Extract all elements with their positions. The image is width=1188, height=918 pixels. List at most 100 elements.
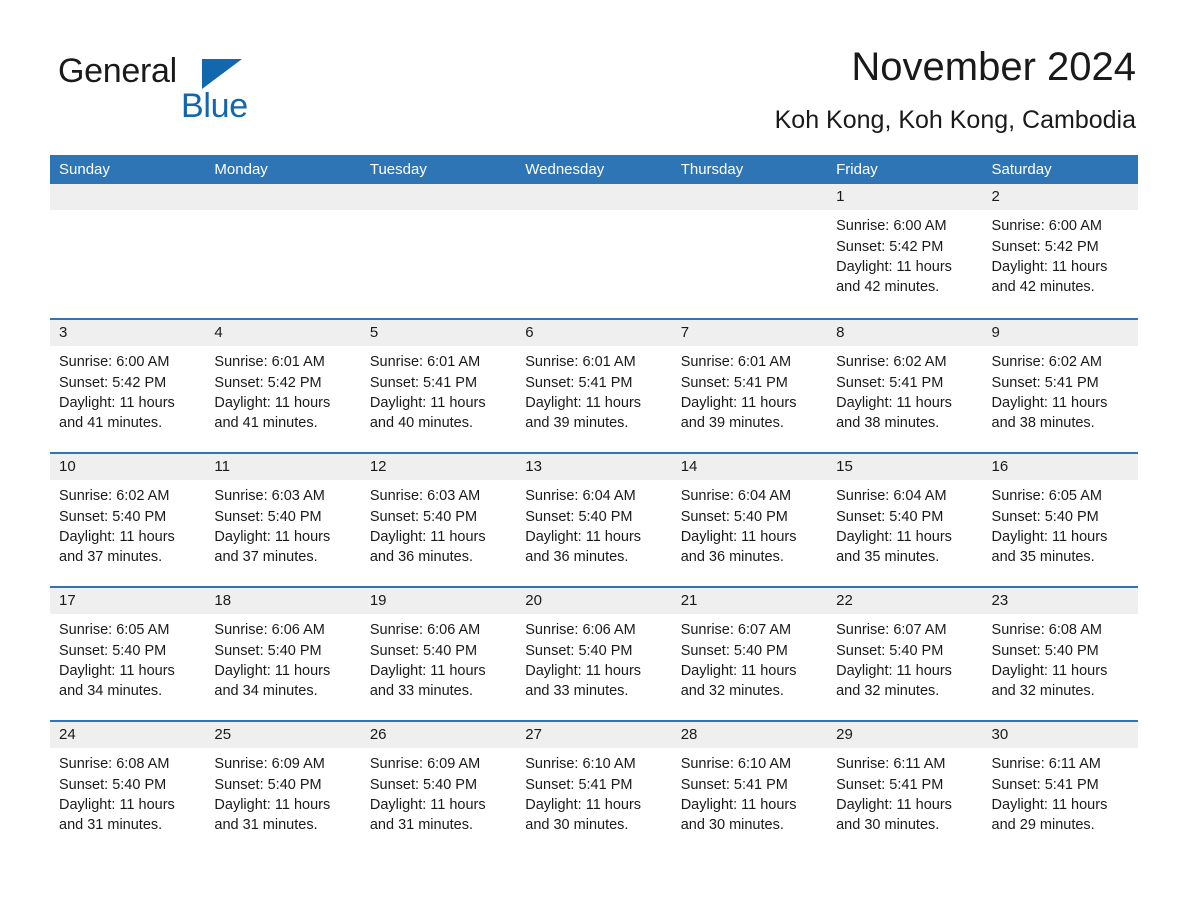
sunrise-text: Sunrise: 6:11 AM <box>836 756 946 773</box>
calendar-day-cell[interactable]: 3 Sunrise: 6:00 AM Sunset: 5:42 PM Daylight… <box>50 320 206 453</box>
calendar-day-cell[interactable]: 26 Sunrise: 6:09 AM Sunset: 5:40 PM Dayligh… <box>360 722 517 855</box>
calendar-day-cell-empty <box>516 184 672 319</box>
day-number: 25 <box>205 722 361 749</box>
calendar-day-cell[interactable]: 25 Sunrise: 6:09 AM Sunset: 5:40 PM Dayligh… <box>205 722 361 855</box>
day-number <box>360 184 517 211</box>
calendar-day-cell-empty <box>671 184 828 319</box>
day-details <box>672 210 827 318</box>
day-details: Sunrise: 6:00 AM Sunset: 5:42 PM Daylight:… <box>983 210 1138 318</box>
sunrise-text: Sunrise: 6:02 AM <box>59 488 170 505</box>
sunrise-text: Sunrise: 6:09 AM <box>214 756 325 773</box>
calendar-day-cell[interactable]: 17 Sunrise: 6:05 AM Sunset: 5:40 PM Dayligh… <box>50 588 206 721</box>
day-details: Sunrise: 6:05 AM Sunset: 5:40 PM Daylight:… <box>983 480 1138 586</box>
day-details: Sunrise: 6:01 AM Sunset: 5:41 PM Daylight:… <box>361 346 516 452</box>
day-number: 21 <box>671 588 828 615</box>
day-details: Sunrise: 6:03 AM Sunset: 5:40 PM Daylight:… <box>205 480 360 586</box>
day-number: 3 <box>50 320 206 347</box>
calendar-day-cell-empty <box>205 184 361 319</box>
sunset-text: Sunset: 5:40 PM <box>836 642 944 659</box>
day-details: Sunrise: 6:03 AM Sunset: 5:40 PM Daylight:… <box>361 480 516 586</box>
calendar-day-cell[interactable]: 27 Sunrise: 6:10 AM Sunset: 5:41 PM Dayligh… <box>516 722 672 855</box>
sunrise-text: Sunrise: 6:00 AM <box>59 354 170 371</box>
calendar-day-cell[interactable]: 13 Sunrise: 6:04 AM Sunset: 5:40 PM Dayligh… <box>516 454 672 587</box>
sunrise-text: Sunrise: 6:04 AM <box>836 488 947 505</box>
sunset-text: Sunset: 5:42 PM <box>214 374 322 391</box>
calendar-day-cell[interactable]: 22 Sunrise: 6:07 AM Sunset: 5:40 PM Dayligh… <box>827 588 983 721</box>
general-blue-logo[interactable]: General Blue <box>50 46 380 123</box>
sunrise-text: Sunrise: 6:01 AM <box>680 354 792 371</box>
sunrise-text: Sunrise: 6:10 AM <box>680 756 792 773</box>
day-details <box>361 210 516 318</box>
daylight-text: Daylight: 11 hours and 35 minutes. <box>836 528 952 566</box>
calendar-day-cell[interactable]: 30 Sunrise: 6:11 AM Sunset: 5:41 PM Dayligh… <box>982 722 1138 855</box>
day-details <box>205 210 360 318</box>
calendar-day-cell[interactable]: 20 Sunrise: 6:06 AM Sunset: 5:40 PM Dayligh… <box>516 588 672 721</box>
daylight-text: Daylight: 11 hours and 38 minutes. <box>836 394 952 432</box>
sunset-text: Sunset: 5:40 PM <box>369 508 478 525</box>
calendar-day-cell[interactable]: 7 Sunrise: 6:01 AM Sunset: 5:41 PM Daylight… <box>671 320 828 453</box>
calendar-day-cell[interactable]: 11 Sunrise: 6:03 AM Sunset: 5:40 PM Dayligh… <box>205 454 361 587</box>
day-number <box>50 184 206 211</box>
day-details: Sunrise: 6:04 AM Sunset: 5:40 PM Daylight:… <box>516 480 671 586</box>
day-details: Sunrise: 6:02 AM Sunset: 5:41 PM Daylight:… <box>827 346 982 452</box>
day-details: Sunrise: 6:10 AM Sunset: 5:41 PM Daylight:… <box>516 748 671 854</box>
daylight-text: Daylight: 11 hours and 40 minutes. <box>369 394 486 432</box>
weekday-header-row: Sunday Monday Tuesday Wednesday Thursday… <box>50 155 1138 185</box>
calendar-day-cell[interactable]: 8 Sunrise: 6:02 AM Sunset: 5:41 PM Daylight… <box>827 320 983 453</box>
calendar-day-cell[interactable]: 2 Sunrise: 6:00 AM Sunset: 5:42 PM Daylight… <box>982 184 1138 319</box>
sunset-text: Sunset: 5:41 PM <box>991 776 1099 793</box>
daylight-text: Daylight: 11 hours and 33 minutes. <box>369 662 486 700</box>
calendar-day-cell-empty <box>50 184 206 319</box>
day-number: 9 <box>982 320 1138 347</box>
day-details: Sunrise: 6:02 AM Sunset: 5:41 PM Daylight:… <box>983 346 1138 452</box>
day-number: 23 <box>982 588 1138 615</box>
calendar-day-cell[interactable]: 19 Sunrise: 6:06 AM Sunset: 5:40 PM Dayligh… <box>360 588 517 721</box>
daylight-text: Daylight: 11 hours and 34 minutes. <box>59 662 175 700</box>
daylight-text: Daylight: 11 hours and 34 minutes. <box>214 662 331 700</box>
sunrise-text: Sunrise: 6:01 AM <box>525 354 636 371</box>
calendar-day-cell[interactable]: 24 Sunrise: 6:08 AM Sunset: 5:40 PM Dayligh… <box>50 722 206 855</box>
calendar-day-cell[interactable]: 12 Sunrise: 6:03 AM Sunset: 5:40 PM Dayligh… <box>360 454 517 587</box>
calendar-day-cell[interactable]: 9 Sunrise: 6:02 AM Sunset: 5:41 PM Daylight… <box>982 320 1138 453</box>
logo-text-general: General <box>58 52 177 90</box>
daylight-text: Daylight: 11 hours and 36 minutes. <box>525 528 642 566</box>
day-number <box>516 184 672 211</box>
weekday-header-friday: Friday <box>836 161 878 179</box>
day-details: Sunrise: 6:06 AM Sunset: 5:40 PM Daylight:… <box>361 614 516 720</box>
calendar-day-cell[interactable]: 21 Sunrise: 6:07 AM Sunset: 5:40 PM Dayligh… <box>671 588 828 721</box>
sunset-text: Sunset: 5:42 PM <box>991 238 1099 255</box>
sunset-text: Sunset: 5:41 PM <box>836 776 944 793</box>
calendar-day-cell[interactable]: 29 Sunrise: 6:11 AM Sunset: 5:41 PM Dayligh… <box>827 722 983 855</box>
calendar-day-cell[interactable]: 4 Sunrise: 6:01 AM Sunset: 5:42 PM Daylight… <box>205 320 361 453</box>
calendar-day-cell[interactable]: 23 Sunrise: 6:08 AM Sunset: 5:40 PM Dayligh… <box>982 588 1138 721</box>
day-number <box>205 184 361 211</box>
day-details: Sunrise: 6:09 AM Sunset: 5:40 PM Daylight:… <box>361 748 516 854</box>
day-number: 2 <box>982 184 1138 211</box>
sunrise-text: Sunrise: 6:10 AM <box>525 756 636 773</box>
daylight-text: Daylight: 11 hours and 38 minutes. <box>991 394 1108 432</box>
day-number: 11 <box>205 454 361 481</box>
title-block: November 2024 Koh Kong, Koh Kong, Cambod… <box>775 46 1138 133</box>
calendar-day-cell[interactable]: 15 Sunrise: 6:04 AM Sunset: 5:40 PM Dayligh… <box>827 454 983 587</box>
calendar-day-cell[interactable]: 14 Sunrise: 6:04 AM Sunset: 5:40 PM Dayligh… <box>671 454 828 587</box>
day-details: Sunrise: 6:10 AM Sunset: 5:41 PM Daylight:… <box>672 748 827 854</box>
calendar-day-cell[interactable]: 6 Sunrise: 6:01 AM Sunset: 5:41 PM Daylight… <box>516 320 672 453</box>
sunset-text: Sunset: 5:40 PM <box>214 776 322 793</box>
sunset-text: Sunset: 5:40 PM <box>214 508 322 525</box>
daylight-text: Daylight: 11 hours and 42 minutes. <box>836 258 952 296</box>
day-number: 26 <box>360 722 517 749</box>
sunset-text: Sunset: 5:42 PM <box>836 238 944 255</box>
calendar-day-cell[interactable]: 16 Sunrise: 6:05 AM Sunset: 5:40 PM Dayligh… <box>982 454 1138 587</box>
calendar-day-cell[interactable]: 5 Sunrise: 6:01 AM Sunset: 5:41 PM Daylight… <box>360 320 517 453</box>
calendar-day-cell[interactable]: 18 Sunrise: 6:06 AM Sunset: 5:40 PM Dayligh… <box>205 588 361 721</box>
sunrise-text: Sunrise: 6:01 AM <box>369 354 481 371</box>
sunrise-text: Sunrise: 6:01 AM <box>214 354 325 371</box>
day-number: 19 <box>360 588 517 615</box>
sunset-text: Sunset: 5:40 PM <box>525 642 633 659</box>
calendar-day-cell[interactable]: 10 Sunrise: 6:02 AM Sunset: 5:40 PM Dayligh… <box>50 454 206 587</box>
day-details: Sunrise: 6:00 AM Sunset: 5:42 PM Daylight:… <box>50 346 205 452</box>
sunrise-text: Sunrise: 6:06 AM <box>369 622 481 639</box>
calendar-day-cell[interactable]: 1 Sunrise: 6:00 AM Sunset: 5:42 PM Daylight… <box>827 184 983 319</box>
daylight-text: Daylight: 11 hours and 30 minutes. <box>680 796 797 834</box>
calendar-day-cell[interactable]: 28 Sunrise: 6:10 AM Sunset: 5:41 PM Dayligh… <box>671 722 828 855</box>
